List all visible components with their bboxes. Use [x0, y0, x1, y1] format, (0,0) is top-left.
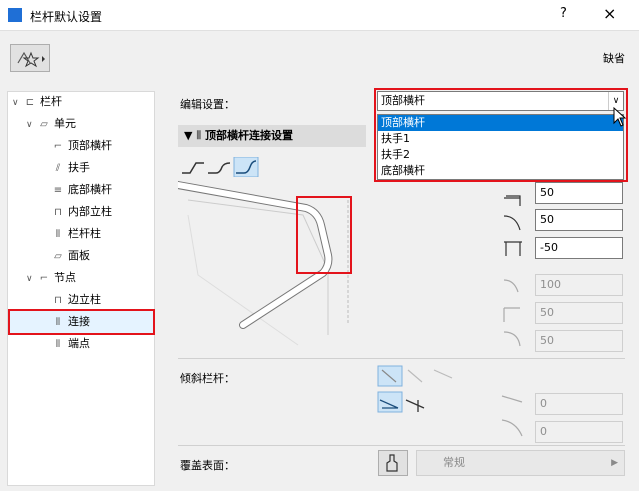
option-item[interactable]: 底部横杆 [378, 163, 623, 179]
chevron-right-icon: ▶ [611, 458, 618, 468]
tree-item-label: 栏杆 [40, 95, 62, 108]
incline-offset-field: 0 [535, 393, 623, 415]
paint-brush-button[interactable] [378, 450, 408, 476]
surface-select: 常规 ▶ [416, 450, 625, 476]
surface-value: 常规 [443, 456, 465, 469]
tree-item-label: 边立柱 [68, 293, 101, 306]
incline-option-1-icon[interactable] [377, 365, 403, 387]
edge-post-icon: ⊓ [54, 295, 62, 306]
connection-straight-icon[interactable] [182, 162, 204, 174]
section-icon: ⦀ [196, 129, 202, 142]
radius-field[interactable]: 50 [535, 209, 623, 231]
tree-item-panel[interactable]: ▱ 面板 [50, 246, 90, 266]
tree-item-connection[interactable]: ⦀ 连接 [50, 312, 90, 332]
node-icon: ⌐ [39, 273, 49, 284]
curve-length-field: 100 [535, 274, 623, 296]
tree-item-segment[interactable]: ∨ ▱ 单元 [26, 114, 76, 134]
endpoint-icon: ⦀ [55, 339, 61, 350]
segment-icon: ▱ [40, 119, 48, 130]
inclined-railing-label: 倾斜栏杆： [180, 372, 235, 385]
tree-item-label: 面板 [68, 249, 90, 262]
offset-icon [504, 195, 521, 206]
arc-field: 50 [535, 330, 623, 352]
close-button[interactable]: × [603, 4, 616, 23]
railing-icon: ⊏ [25, 97, 35, 108]
incline-end-option-1-icon[interactable] [377, 391, 403, 413]
connection-selected-icon[interactable] [233, 157, 259, 177]
tree-item-node[interactable]: ∨ ⌐ 节点 [26, 268, 76, 288]
mouse-cursor-icon [613, 107, 627, 127]
window-title: 栏杆默认设置 [30, 10, 103, 24]
incline-offset-icon [501, 395, 523, 403]
tree-item-inner-post[interactable]: ⊓ 内部立柱 [50, 202, 112, 222]
option-item[interactable]: 扶手2 [378, 147, 623, 163]
help-button[interactable]: ? [560, 6, 567, 21]
offset-field[interactable]: 50 [535, 182, 623, 204]
tree-item-label: 内部立柱 [68, 205, 112, 218]
override-surface-label: 覆盖表面： [180, 459, 235, 472]
handrail-icon: ⫽ [55, 163, 61, 174]
tree-item-label: 顶部横杆 [68, 139, 112, 152]
panel-icon: ▱ [54, 251, 62, 262]
corner-icon [503, 307, 520, 322]
tree-item-label: 栏杆柱 [68, 227, 101, 240]
incline-radius-field: 0 [535, 421, 623, 443]
tree-item-railing[interactable]: ∨ ⊏ 栏杆 [12, 92, 62, 112]
tree-item-label: 节点 [54, 271, 76, 284]
edit-settings-label: 编辑设置： [180, 98, 235, 111]
preview-highlight [296, 196, 352, 274]
tree-item-edge-post[interactable]: ⊓ 边立柱 [50, 290, 101, 310]
favorites-button[interactable] [10, 44, 50, 72]
tree-item-label: 单元 [54, 117, 76, 130]
section-header[interactable]: ▼ ⦀ 顶部横杆连接设置 [178, 125, 366, 147]
divider [178, 358, 625, 359]
baluster-icon: ⦀ [55, 229, 61, 240]
radius-icon [503, 215, 521, 231]
curve-length-icon [503, 279, 519, 293]
incline-radius-icon [501, 419, 523, 437]
edit-settings-value: 顶部横杆 [381, 94, 425, 107]
arc-icon [503, 331, 521, 347]
tree-item-bottomrail[interactable]: ≡ 底部横杆 [50, 180, 112, 200]
incline-option-3-icon[interactable] [433, 369, 453, 379]
paint-brush-icon [386, 454, 398, 472]
gap-field[interactable]: -50 [535, 237, 623, 259]
tree-item-label: 端点 [68, 337, 90, 350]
tree-item-baluster[interactable]: ⦀ 栏杆柱 [50, 224, 101, 244]
divider [178, 445, 625, 446]
gap-icon [504, 241, 522, 256]
connection-curve-icon[interactable] [208, 162, 231, 174]
connection-type-icons [182, 157, 259, 177]
default-label: 缺省 [603, 52, 625, 65]
incline-field-icons [501, 395, 523, 437]
incline-end-option-2-icon[interactable] [405, 399, 425, 412]
star-icon [17, 51, 45, 68]
tree-item-toprail[interactable]: ⌐ 顶部横杆 [50, 136, 112, 156]
inner-post-icon: ⊓ [54, 207, 62, 218]
tree-item-handrail[interactable]: ⫽ 扶手 [50, 158, 90, 178]
tree-item-label: 底部横杆 [68, 183, 112, 196]
corner-field: 50 [535, 302, 623, 324]
tree-item-label: 扶手 [68, 161, 90, 174]
edit-settings-options: 顶部横杆 扶手1 扶手2 底部横杆 [377, 114, 624, 180]
edit-settings-select[interactable]: 顶部横杆 ∨ [377, 91, 624, 111]
option-item[interactable]: 扶手1 [378, 131, 623, 147]
field-icons [503, 195, 522, 347]
connection-icon: ⦀ [55, 317, 61, 328]
bottomrail-icon: ≡ [53, 185, 63, 196]
app-icon [8, 8, 22, 22]
collapse-icon: ▼ [184, 129, 193, 142]
tree-item-endpoint[interactable]: ⦀ 端点 [50, 334, 90, 354]
tree-item-label: 连接 [68, 315, 90, 328]
option-item[interactable]: 顶部横杆 [378, 115, 623, 131]
toprail-icon: ⌐ [53, 141, 63, 152]
section-title: 顶部横杆连接设置 [205, 129, 293, 142]
incline-icons [377, 365, 453, 413]
incline-option-2-icon[interactable] [407, 369, 423, 383]
